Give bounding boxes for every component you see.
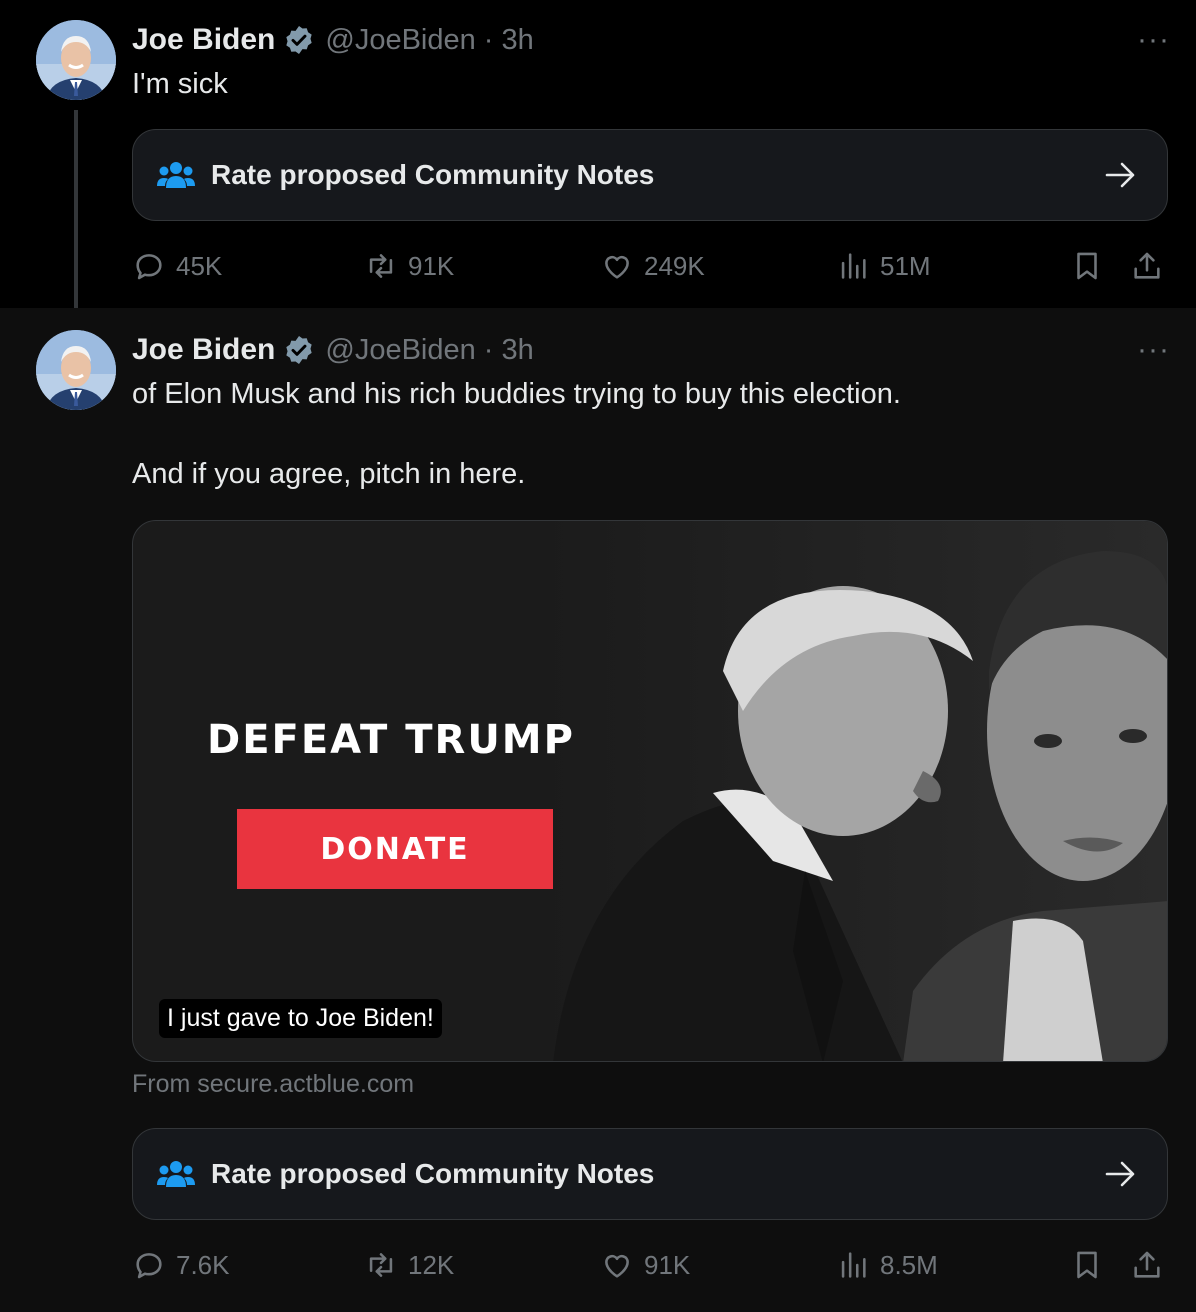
avatar[interactable] xyxy=(36,20,116,100)
view-count: 8.5M xyxy=(880,1249,938,1280)
share-button[interactable] xyxy=(1130,246,1164,286)
views-button[interactable]: 8.5M xyxy=(836,1245,938,1285)
tweet-header: Joe Biden @JoeBiden · 3h xyxy=(132,20,534,60)
tweet-text: And if you agree, pitch in here. xyxy=(132,458,526,490)
view-count: 51M xyxy=(880,250,931,281)
more-options-icon[interactable]: ··· xyxy=(1137,25,1170,55)
card-photo xyxy=(543,521,1167,1061)
heart-icon xyxy=(605,1254,629,1278)
avatar[interactable] xyxy=(36,330,116,410)
repost-count: 12K xyxy=(408,1249,455,1280)
like-button[interactable]: 91K xyxy=(600,1245,690,1285)
bookmark-icon xyxy=(1077,1251,1097,1279)
author-name[interactable]: Joe Biden xyxy=(132,23,275,57)
card-headline: DEFEAT TRUMP xyxy=(207,717,575,763)
card-caption: I just gave to Joe Biden! xyxy=(159,999,442,1038)
people-icon xyxy=(157,1161,195,1187)
like-count: 91K xyxy=(644,1249,691,1280)
arrow-right-icon xyxy=(1105,162,1135,188)
community-notes-button[interactable]: Rate proposed Community Notes xyxy=(132,1128,1168,1220)
reply-icon xyxy=(136,254,162,280)
share-icon xyxy=(1134,1251,1160,1278)
tweet-time[interactable]: · 3h xyxy=(484,24,534,57)
share-button[interactable] xyxy=(1130,1245,1164,1285)
repost-count: 91K xyxy=(408,250,455,281)
repost-button[interactable]: 12K xyxy=(364,1245,454,1285)
thread-connector-line xyxy=(74,110,78,322)
bookmark-icon xyxy=(1077,252,1097,280)
link-card[interactable]: DEFEAT TRUMP DONATE I just gave to Joe B… xyxy=(132,520,1168,1062)
bookmark-button[interactable] xyxy=(1070,1245,1104,1285)
arrow-right-icon xyxy=(1105,1161,1135,1187)
tweet-text: I'm sick xyxy=(132,68,228,100)
repost-icon xyxy=(369,1253,393,1277)
bookmark-button[interactable] xyxy=(1070,246,1104,286)
author-handle[interactable]: @JoeBiden xyxy=(325,334,475,367)
share-icon xyxy=(1134,252,1160,279)
verified-badge-icon xyxy=(286,26,313,54)
tweet-actions: 7.6K 12K 91K 8.5M xyxy=(132,1245,1172,1285)
author-name[interactable]: Joe Biden xyxy=(132,333,275,367)
tweet[interactable]: Joe Biden @JoeBiden · 3h ··· I'm sick Ra… xyxy=(0,0,1196,308)
repost-icon xyxy=(369,254,393,278)
author-handle[interactable]: @JoeBiden xyxy=(325,24,475,57)
views-button[interactable]: 51M xyxy=(836,246,931,286)
verified-badge-icon xyxy=(286,336,313,364)
people-icon xyxy=(157,162,195,188)
reply-button[interactable]: 45K xyxy=(132,246,222,286)
repost-button[interactable]: 91K xyxy=(364,246,454,286)
community-notes-label: Rate proposed Community Notes xyxy=(211,1158,655,1189)
tweet-time[interactable]: · 3h xyxy=(484,334,534,367)
tweet-header: Joe Biden @JoeBiden · 3h xyxy=(132,330,534,370)
tweet-text: of Elon Musk and his rich buddies trying… xyxy=(132,378,901,410)
reply-count: 45K xyxy=(176,250,223,281)
views-chart-icon xyxy=(841,253,866,279)
community-notes-label: Rate proposed Community Notes xyxy=(211,159,655,190)
like-count: 249K xyxy=(644,250,705,281)
tweet[interactable]: Joe Biden @JoeBiden · 3h ··· of Elon Mus… xyxy=(0,308,1196,1312)
reply-button[interactable]: 7.6K xyxy=(132,1245,230,1285)
tweet-actions: 45K 91K 249K 51M xyxy=(132,246,1172,286)
reply-icon xyxy=(136,1253,162,1279)
heart-icon xyxy=(605,255,629,279)
donate-button[interactable]: DONATE xyxy=(237,809,553,889)
reply-count: 7.6K xyxy=(176,1249,230,1280)
card-source-link[interactable]: From secure.actblue.com xyxy=(132,1070,414,1099)
community-notes-button[interactable]: Rate proposed Community Notes xyxy=(132,129,1168,221)
views-chart-icon xyxy=(841,1252,866,1278)
more-options-icon[interactable]: ··· xyxy=(1137,335,1170,365)
like-button[interactable]: 249K xyxy=(600,246,705,286)
